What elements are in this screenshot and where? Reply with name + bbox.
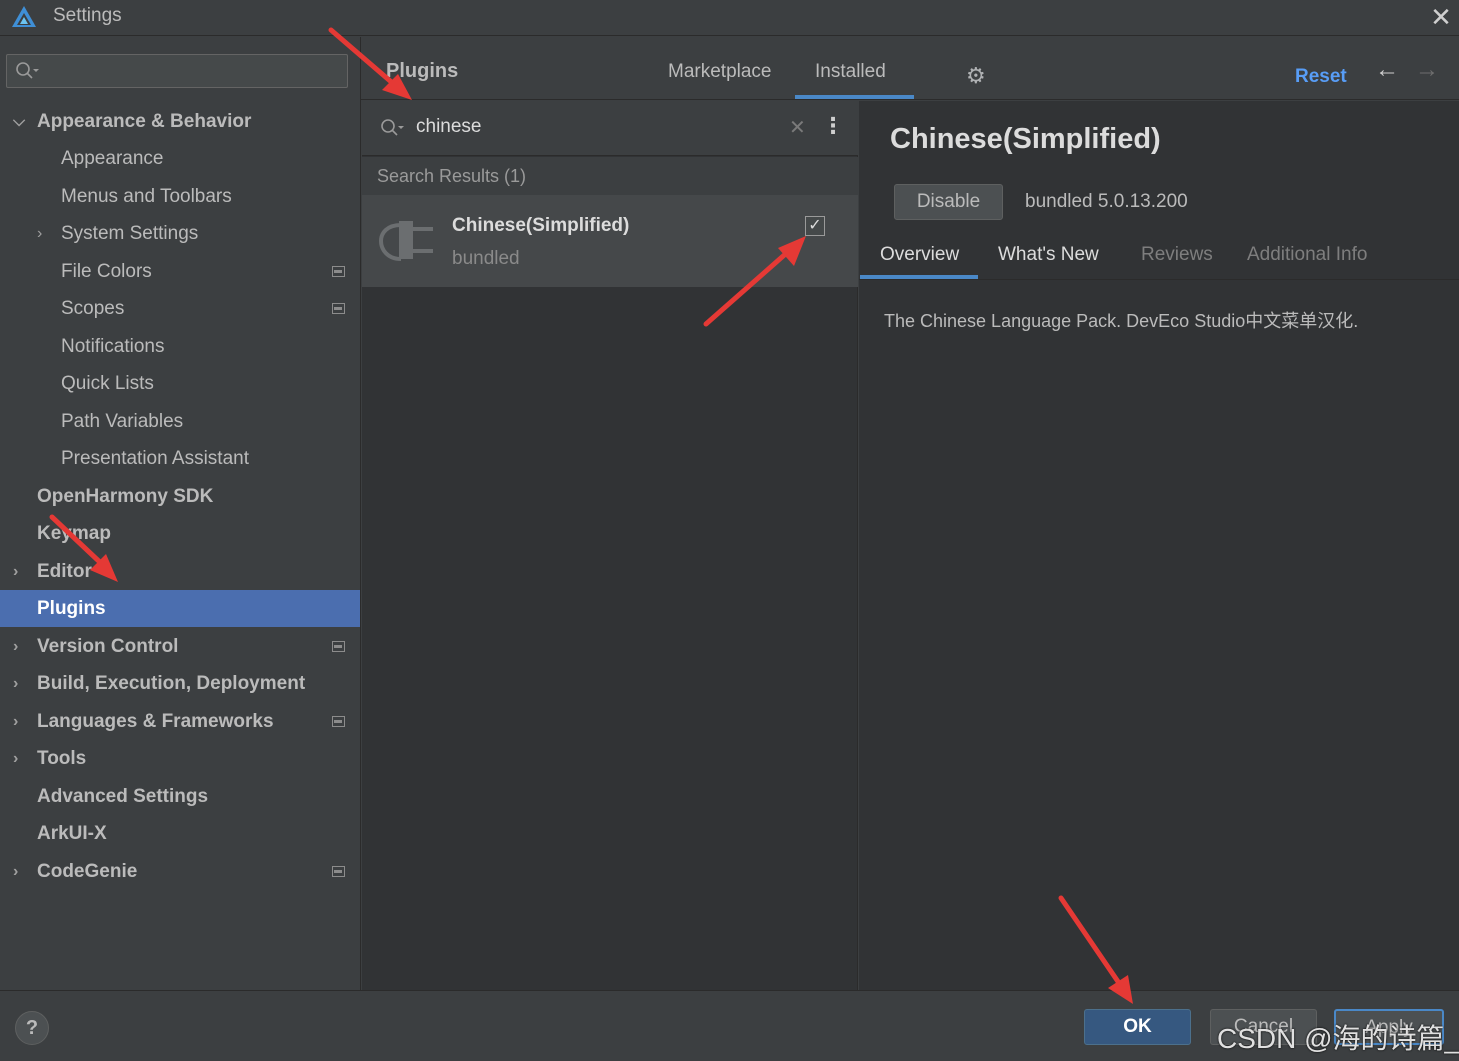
tab-reviews[interactable]: Reviews <box>1141 244 1213 266</box>
tree-item-advanced-settings[interactable]: Advanced Settings <box>0 778 360 815</box>
chevron-right-icon: › <box>13 713 19 730</box>
page-title: Plugins <box>386 60 459 82</box>
plugin-icon <box>379 221 433 261</box>
dialog-footer: ? OK Cancel Apply CSDN @海的诗篇_ <box>0 990 1459 1061</box>
plugin-detail-title: Chinese(Simplified) <box>890 123 1161 155</box>
tab-overview[interactable]: Overview <box>880 244 959 266</box>
title-bar: Settings ✕ <box>0 0 1459 36</box>
tree-item-label: ArkUI-X <box>37 823 107 844</box>
tree-item-label: System Settings <box>61 223 199 244</box>
divider <box>859 279 1459 280</box>
tab-whats-new[interactable]: What's New <box>998 244 1099 266</box>
plugin-search-field[interactable]: chinese ✕ ⋮ <box>362 101 858 156</box>
tree-item-label: Scopes <box>61 298 125 319</box>
tree-item-quick-lists[interactable]: Quick Lists <box>0 365 360 402</box>
search-icon <box>16 62 39 79</box>
tab-additional-info[interactable]: Additional Info <box>1247 244 1367 266</box>
tree-item-label: Keymap <box>37 523 111 544</box>
tree-item-languages-frameworks[interactable]: › Languages & Frameworks <box>0 703 360 740</box>
tree-item-label: CodeGenie <box>37 861 138 882</box>
tree-item-label: Presentation Assistant <box>61 448 249 469</box>
tree-item-codegenie[interactable]: › CodeGenie <box>0 853 360 890</box>
tree-item-appearance-behavior[interactable]: ⌵ Appearance & Behavior <box>0 103 360 140</box>
tree-item-openharmony-sdk[interactable]: OpenHarmony SDK <box>0 478 360 515</box>
tree-item-build-execution-deployment[interactable]: › Build, Execution, Deployment <box>0 665 360 702</box>
tree-item-label: Editor <box>37 561 92 582</box>
chevron-right-icon: › <box>13 863 19 880</box>
tree-item-editor[interactable]: › Editor <box>0 553 360 590</box>
chevron-right-icon: › <box>13 750 19 767</box>
tree-item-label: Appearance <box>61 148 164 169</box>
tree-item-plugins[interactable]: Plugins <box>0 590 360 627</box>
ok-button[interactable]: OK <box>1084 1009 1191 1045</box>
chevron-right-icon: › <box>13 675 19 692</box>
tree-item-label: OpenHarmony SDK <box>37 486 214 507</box>
tree-item-presentation-assistant[interactable]: Presentation Assistant <box>0 440 360 477</box>
chevron-down-icon: ⌵ <box>13 113 26 130</box>
plugin-subtitle: bundled <box>452 248 520 269</box>
plugins-header: Plugins Marketplace Installed ⚙ Reset ← … <box>361 37 1459 100</box>
active-tab-indicator <box>795 95 914 99</box>
tree-item-label: Tools <box>37 748 87 769</box>
tree-item-appearance[interactable]: Appearance <box>0 140 360 177</box>
plugin-list-panel: chinese ✕ ⋮ Search Results (1) Chinese(S… <box>362 101 858 990</box>
arrow-left-icon[interactable]: ← <box>1375 56 1399 84</box>
tree-item-path-variables[interactable]: Path Variables <box>0 403 360 440</box>
tree-item-notifications[interactable]: Notifications <box>0 328 360 365</box>
tree-item-label: Path Variables <box>61 411 184 432</box>
project-scope-icon <box>332 641 345 652</box>
help-button[interactable]: ? <box>15 1011 49 1045</box>
plugin-description: The Chinese Language Pack. DevEco Studio… <box>884 311 1359 331</box>
plugin-name: Chinese(Simplified) <box>452 215 630 236</box>
close-icon[interactable]: ✕ <box>1428 4 1454 30</box>
tree-item-system-settings[interactable]: › System Settings <box>0 215 360 252</box>
tree-item-file-colors[interactable]: File Colors <box>0 253 360 290</box>
tree-item-label: Plugins <box>37 598 106 619</box>
reset-link[interactable]: Reset <box>1295 66 1347 88</box>
tab-marketplace[interactable]: Marketplace <box>668 61 772 83</box>
tree-item-label: Advanced Settings <box>37 786 209 807</box>
search-results-header: Search Results (1) <box>362 157 858 195</box>
gear-icon[interactable]: ⚙ <box>966 63 986 89</box>
tree-item-label: Quick Lists <box>61 373 154 394</box>
plugin-version: bundled 5.0.13.200 <box>1025 191 1188 212</box>
project-scope-icon <box>332 303 345 314</box>
plugin-enabled-checkbox[interactable]: ✓ <box>805 216 825 236</box>
tree-item-arkui-x[interactable]: ArkUI-X <box>0 815 360 852</box>
more-options-icon[interactable]: ⋮ <box>822 113 844 139</box>
tree-item-label: Appearance & Behavior <box>37 111 252 132</box>
search-icon <box>381 119 404 136</box>
tree-item-label: Version Control <box>37 636 179 657</box>
plugin-search-input[interactable]: chinese <box>416 116 482 138</box>
tree-item-label: File Colors <box>61 261 152 282</box>
settings-window: Settings ✕ ⌵ Appearance & Behavior Appea… <box>0 0 1459 1061</box>
plugin-detail-panel: Chinese(Simplified) Disable bundled 5.0.… <box>859 101 1459 990</box>
tree-item-tools[interactable]: › Tools <box>0 740 360 777</box>
settings-search-input[interactable] <box>6 54 348 88</box>
plugin-list-item[interactable]: Chinese(Simplified) bundled ✓ <box>362 195 858 287</box>
settings-sidebar: ⌵ Appearance & Behavior Appearance Menus… <box>0 37 361 990</box>
project-scope-icon <box>332 266 345 277</box>
clear-icon[interactable]: ✕ <box>789 115 806 140</box>
chevron-right-icon: › <box>13 563 19 580</box>
chevron-right-icon: › <box>37 225 43 242</box>
tree-item-menus-toolbars[interactable]: Menus and Toolbars <box>0 178 360 215</box>
tree-item-label: Notifications <box>61 336 165 357</box>
tree-item-scopes[interactable]: Scopes <box>0 290 360 327</box>
tree-item-label: Build, Execution, Deployment <box>37 673 306 694</box>
tab-installed[interactable]: Installed <box>815 61 886 83</box>
tree-item-version-control[interactable]: › Version Control <box>0 628 360 665</box>
arrow-right-icon[interactable]: → <box>1415 56 1439 84</box>
deveco-logo-icon <box>12 6 36 27</box>
watermark: CSDN @海的诗篇_ <box>1217 1023 1459 1054</box>
project-scope-icon <box>332 866 345 877</box>
tree-item-label: Languages & Frameworks <box>37 711 274 732</box>
tree-item-keymap[interactable]: Keymap <box>0 515 360 552</box>
window-title: Settings <box>53 5 122 26</box>
tree-item-label: Menus and Toolbars <box>61 186 232 207</box>
chevron-right-icon: › <box>13 638 19 655</box>
disable-button[interactable]: Disable <box>894 184 1003 220</box>
project-scope-icon <box>332 716 345 727</box>
